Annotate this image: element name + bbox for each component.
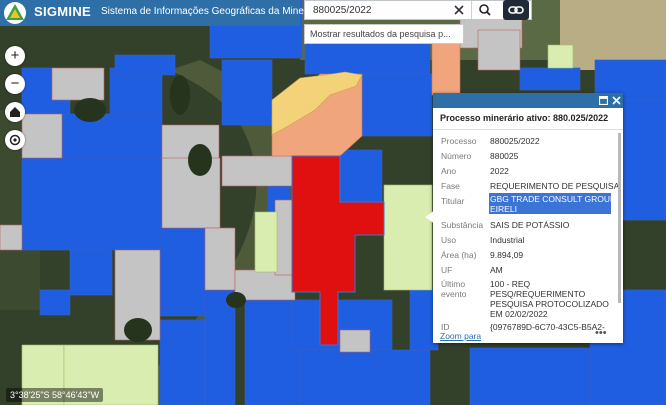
field-value: SAIS DE POTÁSSIO: [490, 220, 570, 230]
field-value: PESQ/REQUERIMENTO: [490, 289, 586, 299]
zoom-in-button[interactable]: +: [5, 46, 25, 66]
field-value[interactable]: EIRELI: [490, 204, 517, 214]
field-label: evento: [441, 289, 467, 299]
app-brand: SIGMINE: [34, 4, 91, 19]
more-options-button[interactable]: •••: [595, 327, 607, 339]
process-popup: Processo minerário ativo: 880.025/2022 P…: [433, 93, 623, 343]
field-value: 880025/2022: [490, 136, 540, 146]
popup-scrollbar[interactable]: [618, 133, 621, 303]
field-label: Área (ha): [441, 250, 477, 260]
maximize-icon[interactable]: [599, 96, 608, 105]
locate-icon: [9, 134, 21, 146]
app-subtitle: Sistema de Informações Geográficas da Mi…: [101, 6, 329, 17]
coordinates-readout: 3°38'25"S 58°46'43"W: [6, 388, 104, 402]
clear-search-button[interactable]: [451, 2, 467, 18]
home-button[interactable]: [5, 102, 25, 122]
field-value: {0976789D-6C70-43C5-B5A2-: [490, 322, 605, 332]
field-label: Número: [441, 151, 472, 161]
link-icon: [508, 6, 524, 14]
popup-divider: [433, 129, 623, 130]
sigmine-logo-icon: [4, 2, 26, 24]
popup-header: [433, 93, 623, 108]
field-value: PESQUISA PROTOCOLIZADO: [490, 299, 609, 309]
zoom-to-link[interactable]: Zoom para: [440, 331, 481, 341]
field-label: UF: [441, 265, 453, 275]
field-value: Industrial: [490, 235, 525, 245]
search-icon: [479, 4, 491, 16]
field-label: Fase: [441, 181, 460, 191]
field-value[interactable]: GBG TRADE CONSULT GROUP: [490, 194, 616, 204]
field-value: 2022: [490, 166, 509, 176]
zoom-out-button[interactable]: −: [5, 74, 25, 94]
share-link-button[interactable]: [503, 0, 529, 20]
field-value: 9.894,09: [490, 250, 524, 260]
field-value: REQUERIMENTO DE PESQUISA: [490, 181, 620, 191]
search-box: [304, 0, 532, 20]
field-label: Último: [441, 279, 466, 289]
close-icon: [454, 5, 464, 15]
field-label: Titular: [441, 196, 465, 206]
field-value: 100 - REQ: [490, 279, 531, 289]
search-button[interactable]: [471, 1, 498, 19]
popup-pointer: [425, 210, 435, 224]
locate-button[interactable]: [5, 130, 25, 150]
popup-title: Processo minerário ativo: 880.025/2022: [440, 113, 609, 123]
field-label: Ano: [441, 166, 457, 176]
close-icon[interactable]: [612, 96, 621, 105]
field-label: Substância: [441, 220, 484, 230]
field-value: EM 02/02/2022: [490, 309, 548, 319]
search-suggestion[interactable]: Mostrar resultados da pesquisa p...: [304, 24, 464, 44]
search-input[interactable]: [305, 1, 453, 19]
field-label: Uso: [441, 235, 457, 245]
field-value: 880025: [490, 151, 519, 161]
app-header: SIGMINE Sistema de Informações Geográfic…: [0, 0, 329, 26]
field-value: AM: [490, 265, 503, 275]
cleared-land: [560, 0, 666, 70]
home-icon: [10, 107, 20, 117]
field-label: Processo: [441, 136, 477, 146]
